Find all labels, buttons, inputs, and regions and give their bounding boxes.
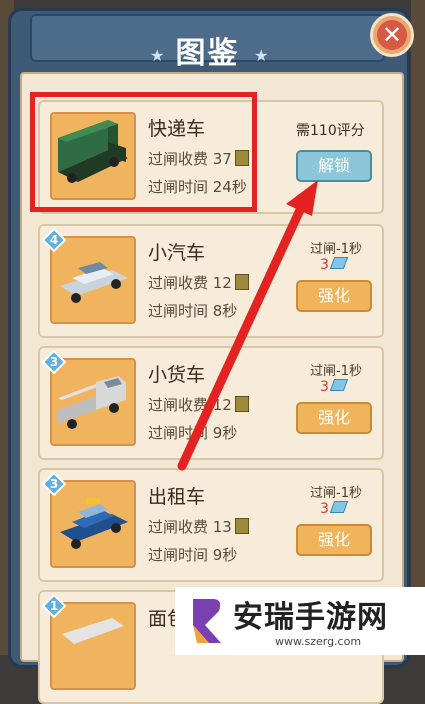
watermark: 安瑞手游网 www.szerg.com	[175, 587, 425, 655]
watermark-logo-icon	[193, 599, 221, 643]
watermark-text: 安瑞手游网	[233, 600, 388, 635]
arrow-icon	[177, 180, 318, 471]
watermark-url: www.szerg.com	[275, 635, 362, 648]
